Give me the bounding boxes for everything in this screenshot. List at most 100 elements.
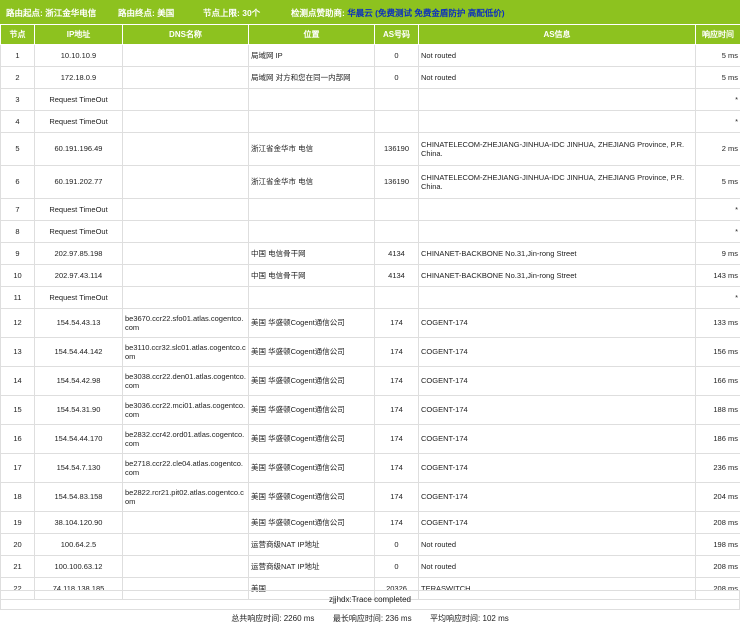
hop-response-time: 204 ms (695, 482, 740, 512)
hop-response-time: 198 ms (695, 533, 740, 556)
hop-number: 8 (0, 220, 35, 243)
hop-dns (122, 132, 249, 166)
hop-ip: 154.54.43.13 (34, 308, 123, 338)
hop-as-number: 174 (374, 337, 419, 367)
hop-response-time: * (695, 110, 740, 133)
hop-number: 9 (0, 242, 35, 265)
hop-location (248, 88, 375, 111)
hop-as-number: 174 (374, 482, 419, 512)
hop-response-time: 186 ms (695, 424, 740, 454)
hop-as-info: CHINATELECOM-ZHEJIANG-JINHUA-IDC JINHUA,… (418, 132, 696, 166)
table-row: 21 100.100.63.12 运营商级NAT IP地址 0 Not routed 20… (0, 555, 740, 578)
table-row: 13 154.54.44.142 be3110.ccr32.slc01.atlas.… (0, 337, 740, 367)
hop-response-time: * (695, 220, 740, 243)
hop-response-time: * (695, 88, 740, 111)
hop-ip: 154.54.44.170 (34, 424, 123, 454)
hop-ip: 172.18.0.9 (34, 66, 123, 89)
col-header-node: 节点 (0, 24, 35, 45)
hop-number: 2 (0, 66, 35, 89)
hop-location: 浙江省金华市 电信 (248, 165, 375, 199)
hop-as-info: Not routed (418, 533, 696, 556)
hop-ip: Request TimeOut (34, 198, 123, 221)
hop-ip: Request TimeOut (34, 88, 123, 111)
hop-location: 美国 华盛顿Cogent通信公司 (248, 337, 375, 367)
hop-number: 3 (0, 88, 35, 111)
table-header-row: 节点 IP地址 DNS名称 位置 AS号码 AS信息 响应时间 (0, 24, 740, 45)
table-row: 5 60.191.196.49 浙江省金华市 电信 136190 CHINATELECO… (0, 132, 740, 166)
col-header-as-info: AS信息 (418, 24, 696, 45)
hop-dns: be3110.ccr32.slc01.atlas.cogentco.com (122, 337, 249, 367)
hop-location (248, 110, 375, 133)
hop-location: 美国 华盛顿Cogent通信公司 (248, 424, 375, 454)
route-start-value: 浙江金华电信 (45, 8, 97, 18)
hop-response-time: 143 ms (695, 264, 740, 287)
hop-dns (122, 511, 249, 534)
hop-dns (122, 242, 249, 265)
hop-dns (122, 44, 249, 67)
hop-as-info (418, 220, 696, 243)
hop-ip: 154.54.42.98 (34, 366, 123, 396)
hop-as-info: COGENT-174 (418, 337, 696, 367)
col-header-as-number: AS号码 (374, 24, 419, 45)
trace-status: zjjhdx:Trace completed (0, 590, 740, 610)
hop-number: 12 (0, 308, 35, 338)
hop-ip: 10.10.10.9 (34, 44, 123, 67)
table-row: 7 Request TimeOut * (0, 198, 740, 221)
hop-number: 19 (0, 511, 35, 534)
table-row: 10 202.97.43.114 中国 电信骨干网 4134 CHINANET-BACK… (0, 264, 740, 287)
col-header-dns: DNS名称 (122, 24, 249, 45)
hop-limit-label: 节点上限: (203, 8, 240, 18)
table-row: 8 Request TimeOut * (0, 220, 740, 243)
table-row: 17 154.54.7.130 be2718.ccr22.cle04.atlas.c… (0, 453, 740, 483)
hop-response-time: 5 ms (695, 165, 740, 199)
table-row: 12 154.54.43.13 be3670.ccr22.sfo01.atlas.c… (0, 308, 740, 338)
table-row: 3 Request TimeOut * (0, 88, 740, 111)
hop-ip: 100.100.63.12 (34, 555, 123, 578)
hop-ip: 154.54.7.130 (34, 453, 123, 483)
hop-location: 美国 华盛顿Cogent通信公司 (248, 366, 375, 396)
hop-as-number (374, 110, 419, 133)
hop-as-number: 0 (374, 44, 419, 67)
table-row: 9 202.97.85.198 中国 电信骨干网 4134 CHINANET-BACKB… (0, 242, 740, 265)
hop-dns (122, 286, 249, 309)
hop-ip: 60.191.196.49 (34, 132, 123, 166)
hop-as-number (374, 88, 419, 111)
hop-dns (122, 555, 249, 578)
hop-number: 17 (0, 453, 35, 483)
sponsor-shield-link[interactable]: 免费金盾防护 (414, 8, 465, 18)
col-header-response-time: 响应时间 (695, 24, 740, 45)
hop-ip: 154.54.83.158 (34, 482, 123, 512)
sponsor-label: 检测点赞助商: (291, 8, 345, 18)
sponsor-free-test-link[interactable]: 免费测试 (378, 8, 412, 18)
hop-dns: be2832.ccr42.ord01.atlas.cogentco.com (122, 424, 249, 454)
hop-number: 11 (0, 286, 35, 309)
hop-ip: 202.97.43.114 (34, 264, 123, 287)
hop-as-number: 174 (374, 424, 419, 454)
avg-time-value: 102 ms (482, 614, 509, 623)
hop-as-number (374, 286, 419, 309)
hop-ip: 38.104.120.90 (34, 511, 123, 534)
total-time-label: 总共响应时间: (231, 614, 282, 623)
hop-number: 13 (0, 337, 35, 367)
hop-ip: Request TimeOut (34, 220, 123, 243)
route-info-bar: 路由起点: 浙江金华电信 路由终点: 美国 节点上限: 30个 检测点赞助商: … (0, 0, 740, 24)
max-time-label: 最长响应时间: (332, 614, 384, 623)
sponsor-highspec-link[interactable]: 高配低价 (468, 8, 502, 18)
hop-dns: be3036.ccr22.mci01.atlas.cogentco.com (122, 395, 249, 425)
hop-dns (122, 198, 249, 221)
hop-dns (122, 66, 249, 89)
hop-as-info (418, 286, 696, 309)
hop-number: 15 (0, 395, 35, 425)
hop-as-info (418, 88, 696, 111)
hop-location (248, 220, 375, 243)
sponsor-name-link[interactable]: 华晨云 (347, 8, 373, 18)
hop-as-number: 174 (374, 453, 419, 483)
hop-as-info: COGENT-174 (418, 366, 696, 396)
hop-number: 10 (0, 264, 35, 287)
hop-location: 局域网 IP (248, 44, 375, 67)
hop-number: 21 (0, 555, 35, 578)
route-start: 路由起点: 浙江金华电信 (6, 7, 96, 19)
hop-dns (122, 110, 249, 133)
hop-number: 1 (0, 44, 35, 67)
hop-as-info: COGENT-174 (418, 308, 696, 338)
